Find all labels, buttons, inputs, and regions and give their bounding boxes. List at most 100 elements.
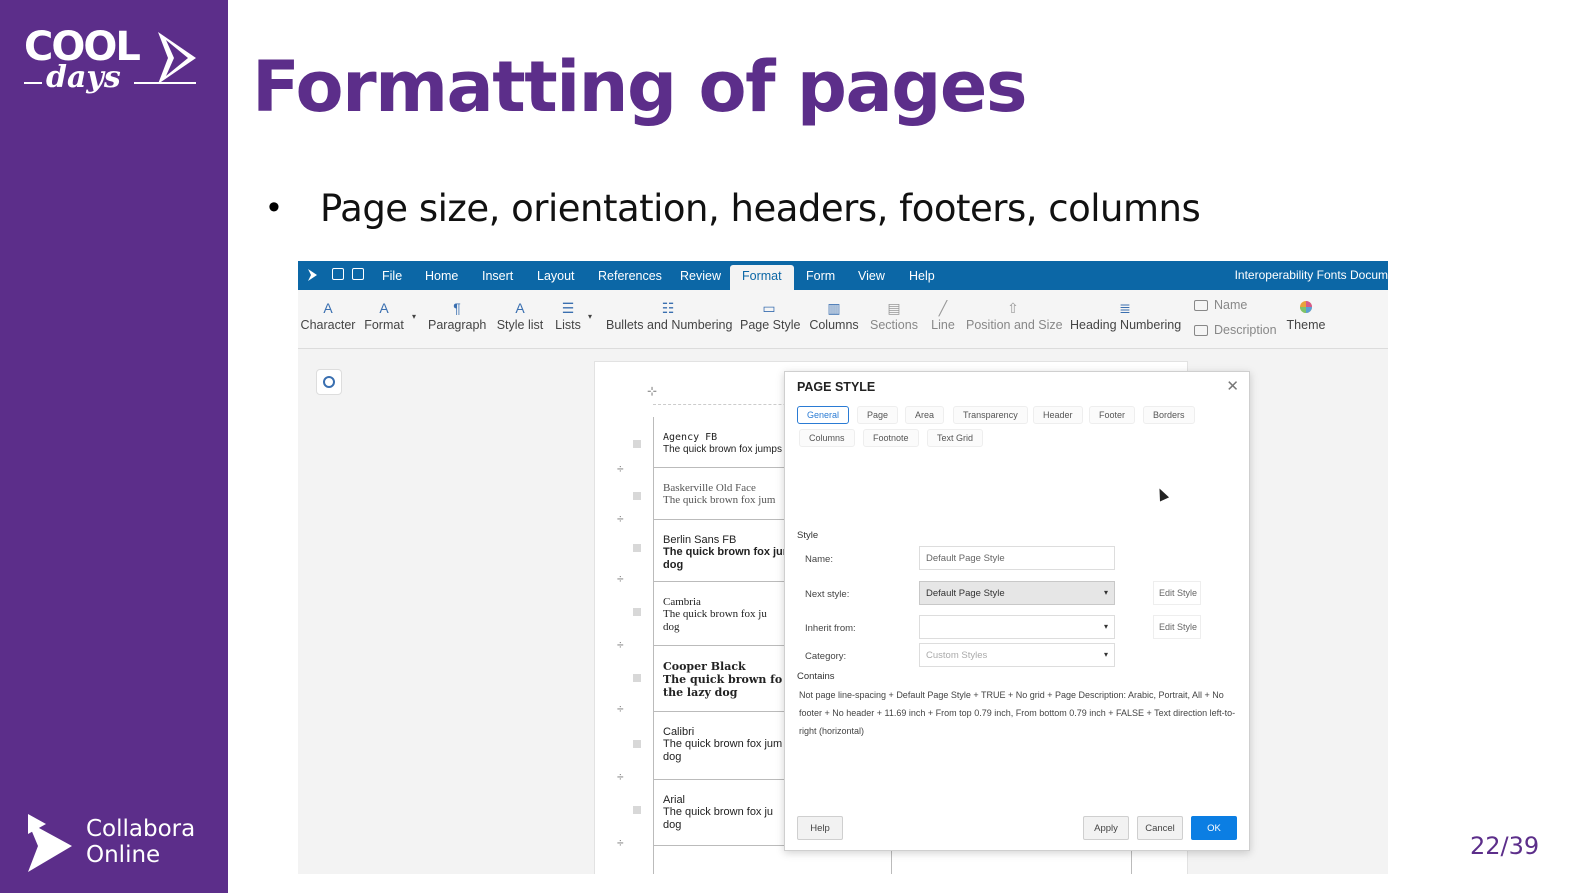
row-handle[interactable] (633, 492, 641, 500)
edit-inherit-style-button[interactable]: Edit Style (1153, 615, 1201, 639)
chevron-down-icon: ▾ (1103, 622, 1108, 631)
theme-icon (1297, 300, 1315, 316)
edit-style-button[interactable]: Edit Style (1153, 581, 1201, 605)
ok-button[interactable]: OK (1191, 816, 1237, 840)
menu-home[interactable]: Home (425, 269, 458, 283)
style-list-button[interactable]: A Style list (496, 290, 544, 349)
apply-button[interactable]: Apply (1083, 816, 1129, 840)
paragraph-icon: ¶ (453, 300, 461, 316)
lists-dropdown-icon[interactable]: ▾ (588, 312, 592, 321)
mouse-pointer-icon (1154, 486, 1170, 502)
menu-review[interactable]: Review (680, 269, 721, 283)
menu-file[interactable]: File (382, 269, 402, 283)
heading-numbering-button[interactable]: ≣ Heading Numbering (1070, 290, 1181, 349)
page-style-button[interactable]: ▭ Page Style (740, 290, 800, 349)
row-resize-icon[interactable]: ÷ (617, 638, 624, 652)
table-move-icon[interactable]: ⊹ (647, 384, 657, 398)
logo-bottom-word: days (46, 60, 121, 95)
chevron-down-icon: ▾ (1103, 588, 1108, 597)
row-resize-icon[interactable]: ÷ (617, 572, 624, 586)
sections-button[interactable]: ▤ Sections (870, 290, 918, 349)
style-list-icon: A (515, 300, 525, 316)
brand-line-2: Online (86, 842, 161, 868)
menu-form[interactable]: Form (806, 269, 835, 283)
table-row[interactable]: Baskerville Old Face The quick brown fox… (653, 468, 788, 520)
table-row[interactable]: Cooper Black The quick brown fo the lazy… (653, 646, 788, 712)
menu-view[interactable]: View (858, 269, 885, 283)
tab-area[interactable]: Area (905, 406, 945, 424)
style-section-label: Style (797, 530, 819, 541)
name-option[interactable]: Name (1194, 298, 1247, 312)
menu-format[interactable]: Format (730, 265, 794, 290)
row-resize-icon[interactable]: ÷ (617, 462, 624, 476)
next-style-select[interactable]: Default Page Style ▾ (919, 581, 1115, 605)
page-style-dialog: PAGE STYLE ✕ General Page Area Transpare… (784, 371, 1250, 851)
character-button[interactable]: A Character (300, 290, 356, 349)
app-logo-icon[interactable] (306, 268, 318, 282)
row-resize-icon[interactable]: ÷ (617, 770, 624, 784)
menu-insert[interactable]: Insert (482, 269, 513, 283)
table-row[interactable]: Agency FB The quick brown fox jumps over (653, 418, 788, 468)
row-handle[interactable] (633, 674, 641, 682)
table-row[interactable]: Berlin Sans FB The quick brown fox jum d… (653, 520, 788, 582)
inherit-from-label: Inherit from: (805, 623, 856, 634)
tab-columns[interactable]: Columns (799, 429, 855, 447)
tab-footer[interactable]: Footer (1089, 406, 1136, 424)
line-button[interactable]: ╱ Line (928, 290, 958, 349)
brand-line-1: Collabora (86, 816, 196, 842)
lists-button[interactable]: ☰ Lists (552, 290, 584, 349)
contains-label: Contains (797, 671, 835, 682)
cancel-button[interactable]: Cancel (1137, 816, 1183, 840)
help-button[interactable]: Help (797, 816, 843, 840)
row-handle[interactable] (633, 440, 641, 448)
save-icon[interactable] (332, 268, 344, 280)
table-row[interactable]: Calibri The quick brown fox jum dog (653, 712, 788, 780)
category-select[interactable]: Custom Styles ▾ (919, 643, 1115, 667)
format-dropdown-icon[interactable]: ▾ (412, 312, 416, 321)
app-screenshot: File Home Insert Layout References Revie… (298, 261, 1388, 874)
tab-footnote[interactable]: Footnote (863, 429, 919, 447)
row-handle[interactable] (633, 740, 641, 748)
name-field[interactable]: Default Page Style (919, 546, 1115, 570)
paragraph-button[interactable]: ¶ Paragraph (428, 290, 486, 349)
position-size-icon: ⇧ (1007, 300, 1019, 316)
sections-icon: ▤ (887, 300, 901, 316)
character-icon: A (323, 300, 333, 316)
navigator-button[interactable] (316, 369, 342, 395)
document-title: Interoperability Fonts Docum (1234, 268, 1388, 282)
menu-references[interactable]: References (598, 269, 662, 283)
row-resize-icon[interactable]: ÷ (617, 702, 624, 716)
compass-icon (323, 376, 335, 388)
inherit-from-select[interactable]: ▾ (919, 615, 1115, 639)
tab-borders[interactable]: Borders (1143, 406, 1195, 424)
edit-mode-icon[interactable] (352, 268, 364, 280)
tab-header[interactable]: Header (1033, 406, 1083, 424)
cool-days-logo: COOL days (24, 24, 204, 104)
menu-layout[interactable]: Layout (537, 269, 575, 283)
description-option[interactable]: Description (1194, 323, 1277, 337)
tab-general[interactable]: General (797, 406, 850, 424)
menu-help[interactable]: Help (909, 269, 935, 283)
tab-transparency[interactable]: Transparency (953, 406, 1028, 424)
columns-button[interactable]: ▥ Columns (808, 290, 860, 349)
bullets-numbering-button[interactable]: ☷ Bullets and Numbering (606, 290, 732, 349)
tab-text-grid[interactable]: Text Grid (927, 429, 984, 447)
name-label: Name: (805, 554, 833, 565)
position-size-button[interactable]: ⇧ Position and Size (966, 290, 1063, 349)
row-handle[interactable] (633, 544, 641, 552)
table-row[interactable]: Arial The quick brown fox ju dog (653, 780, 788, 846)
row-handle[interactable] (633, 806, 641, 814)
line-icon: ╱ (938, 300, 948, 316)
category-label: Category: (805, 651, 847, 662)
page-style-icon: ▭ (762, 300, 776, 316)
theme-button[interactable]: Theme (1284, 290, 1328, 349)
table-row[interactable]: Cambria The quick brown fox ju dog (653, 582, 788, 646)
row-handle[interactable] (633, 608, 641, 616)
row-resize-icon[interactable]: ÷ (617, 836, 624, 850)
row-resize-icon[interactable]: ÷ (617, 512, 624, 526)
format-button[interactable]: A Format (362, 290, 406, 349)
bullets-numbering-icon: ☷ (661, 300, 675, 316)
tab-page[interactable]: Page (857, 406, 899, 424)
bullet-text: Page size, orientation, headers, footers… (320, 187, 1201, 230)
close-icon[interactable]: ✕ (1226, 377, 1239, 395)
